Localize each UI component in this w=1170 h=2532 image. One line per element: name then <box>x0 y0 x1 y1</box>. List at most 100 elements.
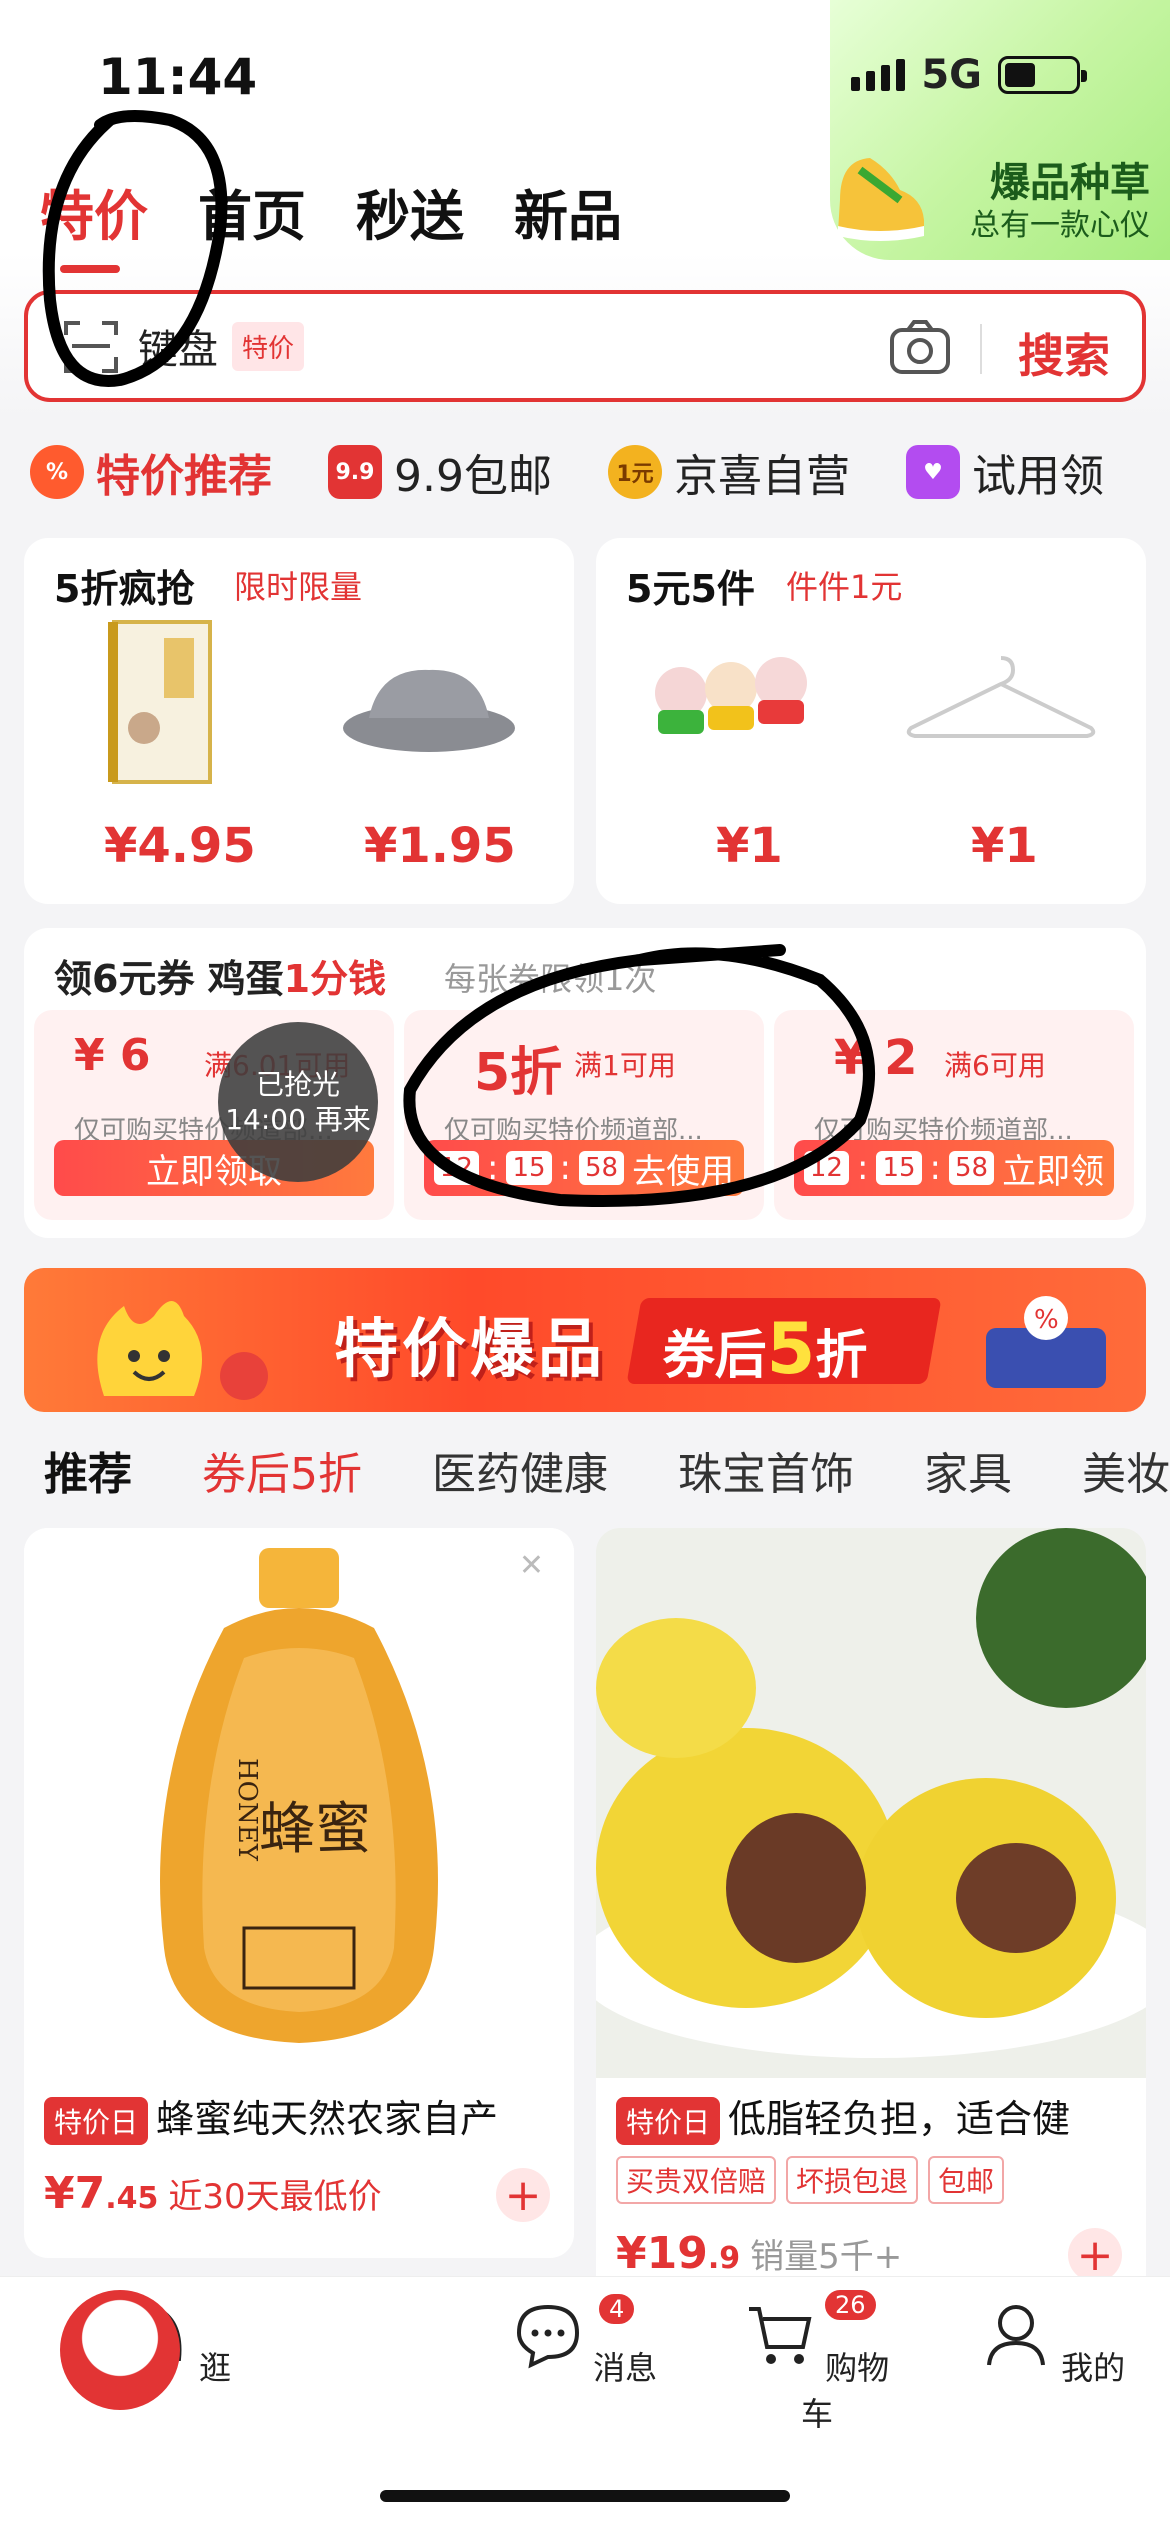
scan-icon[interactable] <box>62 317 120 375</box>
coupon-section: 领6元券 鸡蛋1分钱 每张券限领1次 ¥ 6 满6.01可用 仅可购买特价频道部… <box>24 928 1146 1238</box>
coupon-condition: 满6可用 <box>944 1049 1046 1082</box>
deal-card-half-price[interactable]: 5折疯抢 限时限量 ¥4.95 ¥1.95 <box>24 538 574 904</box>
product-tag: 特价日 <box>44 2097 149 2145</box>
price-integer: ¥19 <box>616 2228 708 2279</box>
percent-icon: % <box>30 445 84 499</box>
banner-badge: 券后5折 <box>626 1298 942 1390</box>
battery-icon <box>998 56 1087 94</box>
sold-out-text: 已抢光 <box>255 1068 340 1101</box>
book-product-image[interactable] <box>104 618 214 788</box>
status-indicators: 5G <box>851 52 1087 98</box>
product-name-text: 低脂轻负担，适合健 <box>728 2097 1071 2141</box>
banner-title: 特价爆品 <box>334 1313 606 1387</box>
add-to-cart-icon[interactable]: + <box>496 2168 550 2222</box>
home-mascot-icon[interactable] <box>60 2290 180 2410</box>
quick-link-free-shipping[interactable]: 9.9 9.9包邮 <box>328 440 552 504</box>
promo-banner[interactable]: 特价爆品 券后5折 % <box>24 1268 1146 1412</box>
coupon-title-text: 领6元券 鸡蛋 <box>54 957 284 1001</box>
network-label: 5G <box>921 52 982 98</box>
price-decimal: .45 <box>105 2181 159 2216</box>
honey-product-image[interactable]: 蜂蜜 HONEY <box>24 1528 574 2068</box>
cart-badge: 26 <box>822 2287 879 2323</box>
product-price: ¥19.9 销量5千+ <box>616 2228 902 2279</box>
search-input[interactable]: 键盘 <box>138 317 218 375</box>
home-indicator <box>380 2490 790 2502</box>
quick-link-jingxi[interactable]: 1元 京喜自营 <box>607 440 850 504</box>
search-bar[interactable]: 键盘 特价 搜索 <box>24 290 1146 402</box>
deal-title: 5元5件 <box>626 567 755 611</box>
tab-furniture[interactable]: 家具 <box>924 1438 1012 1502</box>
nav-messages[interactable]: 消息 4 <box>510 2291 660 2389</box>
quick-link-label: 9.9包邮 <box>394 451 552 502</box>
quick-link-recommend[interactable]: % 特价推荐 <box>30 440 272 504</box>
tab-special-price[interactable]: 特价 <box>40 172 148 273</box>
promo-subtitle: 总有一款心仪 <box>970 208 1150 243</box>
honey-label-text: 蜂蜜 <box>259 1797 371 1862</box>
tab-express[interactable]: 秒送 <box>356 172 464 251</box>
nav-label: 我的 <box>1061 2349 1126 2387</box>
timer-seconds: 58 <box>949 1151 995 1185</box>
sales-note: 销量5千+ <box>750 2237 903 2277</box>
product-name-text: 蜂蜜纯天然农家自产 <box>156 2097 499 2141</box>
pastry-product-image[interactable] <box>596 1528 1146 2078</box>
deal-card-five-yuan[interactable]: 5元5件 件件1元 ¥1 ¥1 <box>596 538 1146 904</box>
nav-profile[interactable]: 我的 <box>978 2299 1128 2389</box>
nav-label: 逛 <box>199 2349 232 2387</box>
tab-new[interactable]: 新品 <box>514 172 622 251</box>
tab-home[interactable]: 首页 <box>198 172 306 251</box>
timer-seconds: 58 <box>579 1151 625 1185</box>
coupon-value: ¥ 2 <box>834 1030 918 1086</box>
heart-gift-icon: ♥ <box>905 445 960 499</box>
coupon-card[interactable]: ¥ 2 满6可用 仅可购买特价频道部... 12: 15: 58 立即领 <box>774 1010 1134 1220</box>
add-to-cart-icon[interactable]: + <box>1068 2228 1122 2282</box>
tab-medicine[interactable]: 医药健康 <box>432 1438 608 1502</box>
camera-icon[interactable] <box>888 318 952 376</box>
quick-link-label: 特价推荐 <box>96 451 272 502</box>
price-integer: ¥7 <box>44 2168 106 2219</box>
tab-coupon-half[interactable]: 券后5折 <box>202 1438 362 1502</box>
coupon-section-title: 领6元券 鸡蛋1分钱 <box>54 948 386 1003</box>
sold-out-return-time: 14:00 再来 <box>225 1103 371 1136</box>
badge-number: 5 <box>766 1308 816 1390</box>
product-tag: 特价日 <box>616 2097 721 2145</box>
claim-coupon-button[interactable]: 12: 15: 58 立即领 <box>794 1140 1114 1196</box>
button-label: 立即领 <box>1002 1151 1105 1192</box>
quick-link-trial[interactable]: ♥ 试用领 <box>905 440 1104 504</box>
cart-icon <box>748 2307 812 2364</box>
timer-minutes: 15 <box>876 1151 922 1185</box>
product-labels: 买贵双倍赔 坏损包退 包邮 <box>616 2156 1005 2204</box>
tab-beauty[interactable]: 美妆护 <box>1082 1438 1170 1502</box>
hanger-product-image[interactable] <box>901 648 1101 758</box>
badge-prefix: 券后 <box>662 1326 767 1386</box>
svg-text:%: % <box>1034 1305 1059 1335</box>
nav-label: 购物车 <box>800 2349 890 2433</box>
coupon-card[interactable]: 5折 满1可用 仅可购买特价频道部... 12: 15: 58 去使用 <box>404 1010 764 1220</box>
tab-recommend[interactable]: 推荐 <box>44 1438 132 1502</box>
signal-icon <box>851 59 906 91</box>
product-card-honey[interactable]: 蜂蜜 HONEY ✕ 特价日 蜂蜜纯天然农家自产 ¥7.45 近30天最低价 + <box>24 1528 574 2258</box>
use-coupon-button[interactable]: 12: 15: 58 去使用 <box>424 1140 744 1196</box>
product-name: 特价日 蜂蜜纯天然农家自产 <box>44 2088 564 2145</box>
status-time: 11:44 <box>98 48 258 106</box>
coin-icon: 1元 <box>607 445 662 499</box>
quick-links: % 特价推荐 9.9 9.9包邮 1元 京喜自营 ♥ 试用领 <box>30 440 1104 504</box>
search-button[interactable]: 搜索 <box>1018 320 1110 386</box>
toy-product-image[interactable] <box>646 648 816 758</box>
sneaker-icon <box>838 158 924 241</box>
button-label: 去使用 <box>632 1151 735 1192</box>
search-divider <box>980 324 982 374</box>
message-icon <box>516 2304 579 2369</box>
search-tag: 特价 <box>232 321 305 371</box>
close-icon[interactable]: ✕ <box>519 1548 544 1583</box>
quick-link-label: 试用领 <box>971 451 1104 502</box>
keyboard-icon: % <box>986 1296 1106 1388</box>
product-card-pastry[interactable]: 特价日 低脂轻负担，适合健 买贵双倍赔 坏损包退 包邮 ¥19.9 销量5千+ + <box>596 1528 1146 2308</box>
nav-cart[interactable]: 购物车 26 <box>742 2287 892 2435</box>
tab-jewelry[interactable]: 珠宝首饰 <box>678 1438 854 1502</box>
coupon-condition: 满1可用 <box>574 1049 676 1082</box>
slipper-product-image[interactable] <box>339 658 519 758</box>
label-double-compensation: 买贵双倍赔 <box>616 2156 777 2204</box>
mascot-fire-icon <box>97 1301 268 1400</box>
deal-title: 5折疯抢 <box>54 567 195 611</box>
deal-price: ¥1 <box>716 818 783 874</box>
